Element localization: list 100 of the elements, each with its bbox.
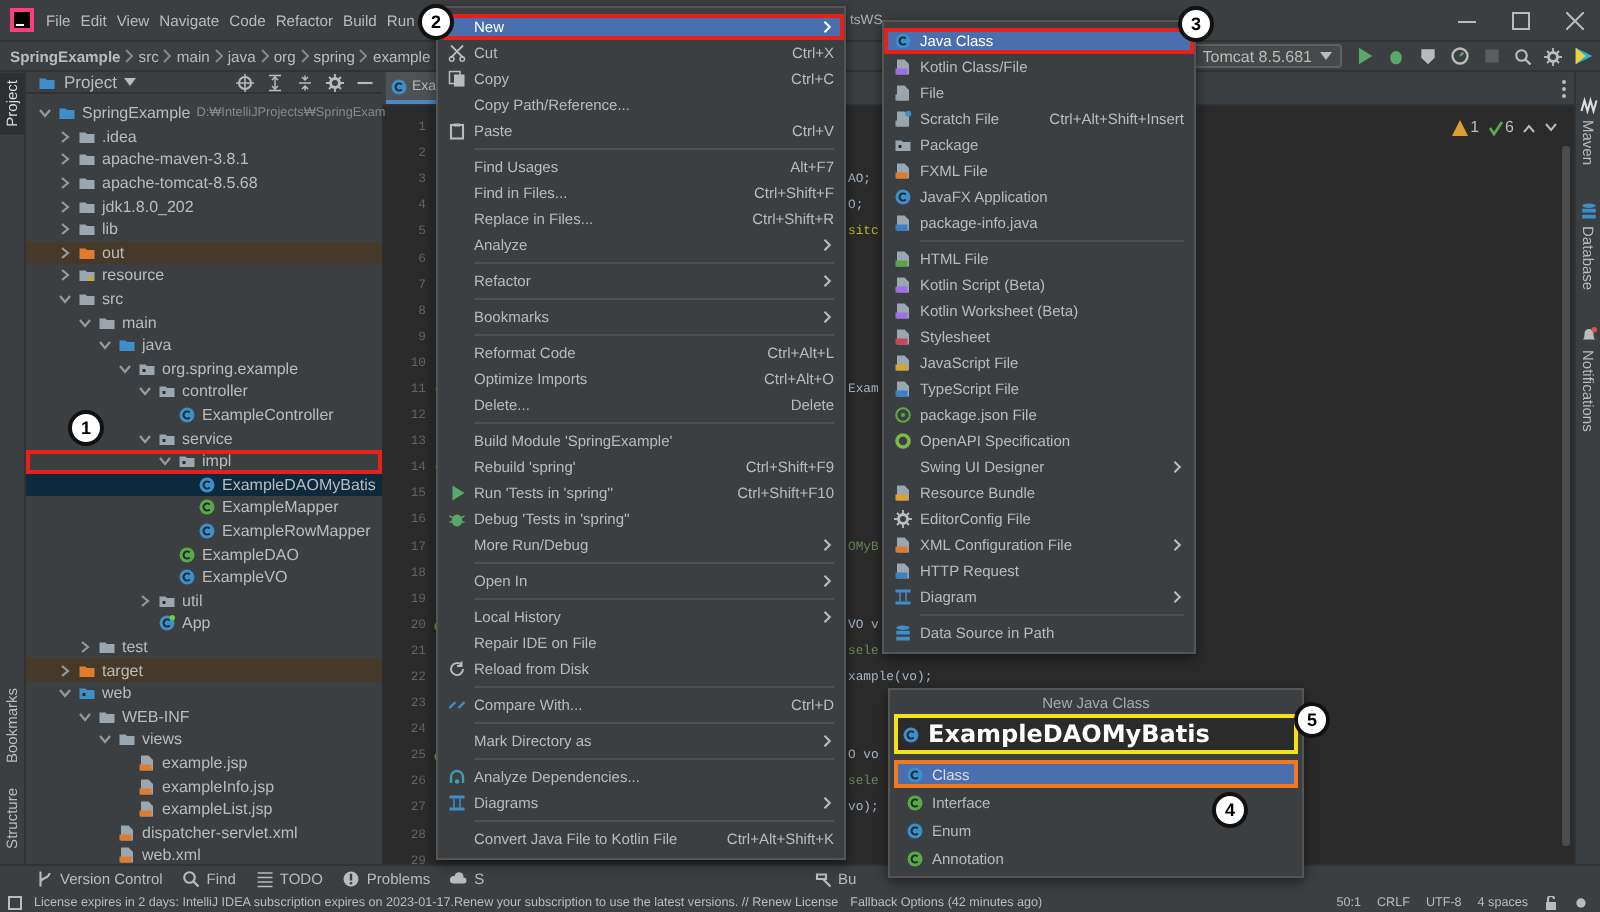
chevron-down-icon[interactable] (78, 315, 92, 330)
panel-title[interactable]: Project (64, 72, 117, 92)
folder-icon (158, 429, 176, 448)
class-icon (902, 725, 920, 743)
tree-item[interactable]: lib (58, 217, 125, 242)
collapse-all-icon[interactable] (296, 73, 314, 91)
search-icon (182, 870, 201, 888)
chevron-right-icon[interactable] (58, 199, 72, 214)
file-icon (138, 800, 156, 819)
tree-item[interactable]: web.xml (98, 844, 207, 868)
shield-icon[interactable] (1418, 46, 1438, 66)
chevron-down-icon[interactable] (98, 732, 112, 747)
tree-item[interactable]: dispatcher-servlet.xml (98, 820, 304, 844)
tree-item[interactable]: ExampleDAOMyBatis (26, 473, 382, 497)
chevron-down-icon[interactable] (38, 106, 52, 121)
tree-item[interactable]: apache-maven-3.8.1 (58, 148, 255, 172)
class-icon (906, 765, 924, 783)
file-icon (894, 276, 912, 294)
file-icon (894, 484, 912, 502)
folder-icon (158, 591, 176, 610)
tree-item[interactable]: service (138, 426, 239, 450)
chevron-right-icon[interactable] (58, 176, 72, 191)
scrollbar[interactable] (1562, 146, 1570, 846)
chevron-right-icon[interactable] (138, 593, 152, 608)
tree-item[interactable]: ExampleVO (158, 565, 294, 589)
plugin-logo[interactable] (1574, 46, 1594, 66)
tree-item[interactable]: main (78, 310, 163, 334)
file-icon (138, 753, 156, 772)
chevron-up-icon[interactable] (1522, 121, 1536, 133)
chevron-right-icon[interactable] (58, 245, 72, 260)
folder-icon (894, 136, 912, 154)
tree-item[interactable]: .idea (58, 125, 143, 149)
square-icon[interactable] (8, 895, 22, 909)
tree-item[interactable]: apache-tomcat-8.5.68 (58, 171, 264, 195)
name-field[interactable]: ExampleDAOMyBatis (894, 714, 1298, 754)
chevron-down-icon[interactable] (138, 384, 152, 399)
tree-item[interactable]: ExampleController (158, 403, 340, 427)
dropdown-icon[interactable] (1320, 51, 1332, 61)
play-icon[interactable] (1354, 46, 1374, 66)
file-icon (894, 328, 912, 346)
tree-item[interactable]: out (26, 241, 382, 265)
gauge-icon[interactable] (1450, 46, 1470, 66)
file-icon (894, 536, 912, 554)
tree-item[interactable]: ExampleRowMapper (178, 519, 377, 543)
interface-icon (178, 545, 196, 564)
tree-item[interactable]: org.spring.example (118, 357, 305, 381)
chevron-down-icon[interactable] (138, 431, 152, 446)
chevron-right-icon[interactable] (58, 663, 72, 678)
chevron-right-icon[interactable] (58, 222, 72, 237)
folder-icon (78, 266, 96, 285)
tree-item[interactable]: example.jsp (118, 751, 254, 775)
run-configuration-dropdown[interactable]: Tomcat 8.5.681 (1192, 44, 1342, 68)
more-icon[interactable] (1560, 79, 1568, 97)
dropdown-icon[interactable] (124, 77, 137, 87)
callout-number: 5 (1294, 702, 1330, 738)
tree-item[interactable]: ExampleDAO (158, 542, 305, 566)
tree-item[interactable]: views (98, 728, 189, 752)
file-icon (138, 777, 156, 796)
tree-item[interactable]: web (58, 681, 138, 705)
tree-item[interactable]: App (138, 612, 217, 636)
chevron-down-icon[interactable] (98, 338, 112, 353)
tree-item[interactable]: ExampleMapper (178, 496, 345, 520)
tree-item[interactable]: exampleInfo.jsp (118, 774, 281, 798)
chevron-right-icon[interactable] (78, 639, 92, 654)
class-icon (178, 568, 196, 587)
file-icon (894, 250, 912, 268)
tree-item[interactable]: util (138, 588, 209, 613)
chevron-down-icon[interactable] (158, 454, 172, 469)
tree-item[interactable]: resource (58, 264, 171, 288)
chevron-right-icon[interactable] (58, 152, 72, 167)
chevron-down-icon[interactable] (58, 292, 72, 307)
tree-item[interactable]: test (78, 635, 154, 659)
tree-item[interactable]: exampleList.jsp (118, 797, 279, 821)
tree-item[interactable]: controller (138, 380, 254, 404)
tree-item[interactable]: jdk1.8.0_202 (58, 194, 200, 218)
tree-item[interactable]: java (98, 333, 178, 358)
folder-icon (138, 359, 156, 378)
tree-item[interactable]: WEB-INF (78, 704, 196, 729)
diagram-icon (448, 794, 466, 812)
lock-icon[interactable] (1544, 895, 1558, 909)
expand-all-icon[interactable] (266, 73, 284, 91)
crosshair-icon[interactable] (236, 73, 254, 91)
passed-count[interactable]: 6 (1487, 118, 1514, 136)
folder-icon (78, 684, 96, 703)
file-icon (894, 562, 912, 580)
chevron-right-icon[interactable] (58, 129, 72, 144)
close-icon[interactable] (1566, 11, 1584, 29)
maximize-icon[interactable] (1512, 11, 1530, 29)
file-icon (894, 110, 912, 128)
chevron-right-icon[interactable] (58, 268, 72, 283)
diagram-icon (894, 588, 912, 606)
list-icon (255, 870, 274, 888)
chevron-down-icon[interactable] (118, 361, 132, 376)
tree-item[interactable]: src (58, 287, 130, 311)
tree-item[interactable]: target (26, 658, 382, 682)
chevron-down-icon[interactable] (78, 709, 92, 724)
tree-item[interactable]: impl (26, 449, 382, 473)
chevron-down-icon[interactable] (1544, 121, 1558, 133)
chevron-down-icon[interactable] (58, 686, 72, 701)
clipboard-icon (448, 122, 466, 140)
